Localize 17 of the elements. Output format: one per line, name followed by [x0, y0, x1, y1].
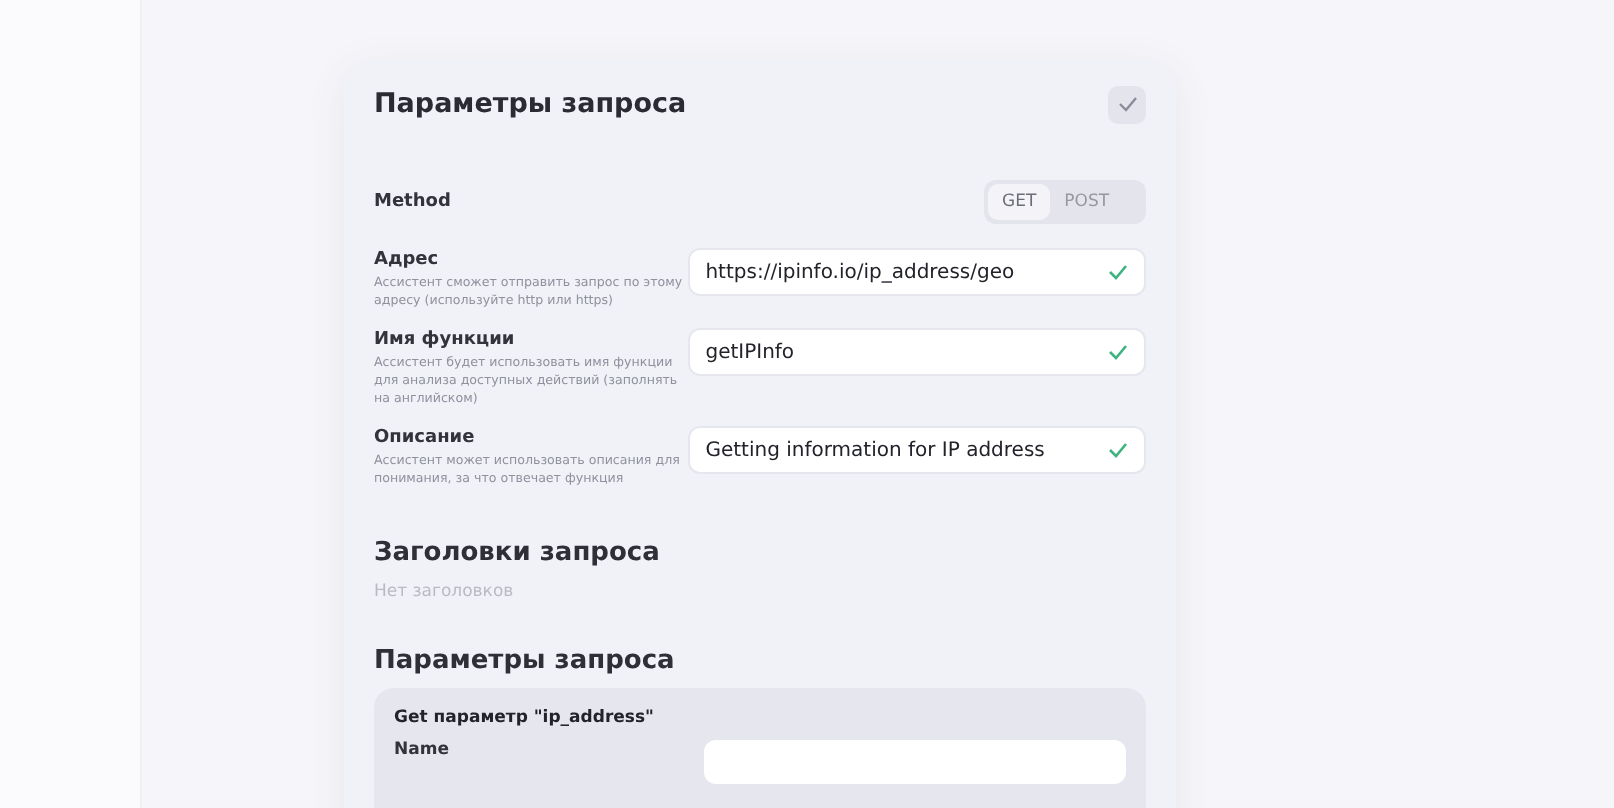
section-title: Параметры запроса — [374, 646, 677, 676]
empty-state-text: Нет заголовков — [374, 582, 516, 602]
field-label: Name — [394, 740, 449, 764]
field-label: Адрес — [374, 248, 441, 272]
input-field[interactable] — [704, 740, 1126, 784]
field-label: Описание — [374, 426, 477, 450]
dialog-title: Параметры запроса — [374, 88, 687, 120]
section-title: Заголовки запроса — [374, 538, 662, 568]
check-icon — [1117, 96, 1137, 112]
input-field[interactable]: Getting information for IP address — [687, 426, 1146, 474]
input-field[interactable]: https://ipinfo.io/ip_address/geo — [687, 248, 1146, 296]
input-field[interactable]: getIPInfo — [687, 328, 1146, 376]
method-option[interactable]: GET — [988, 184, 1051, 220]
field-label: Method — [374, 190, 451, 214]
confirm-button[interactable] — [1108, 85, 1146, 123]
field-label: Имя функции — [374, 328, 517, 352]
parameter-title: Get параметр "ip_address" — [394, 708, 656, 728]
